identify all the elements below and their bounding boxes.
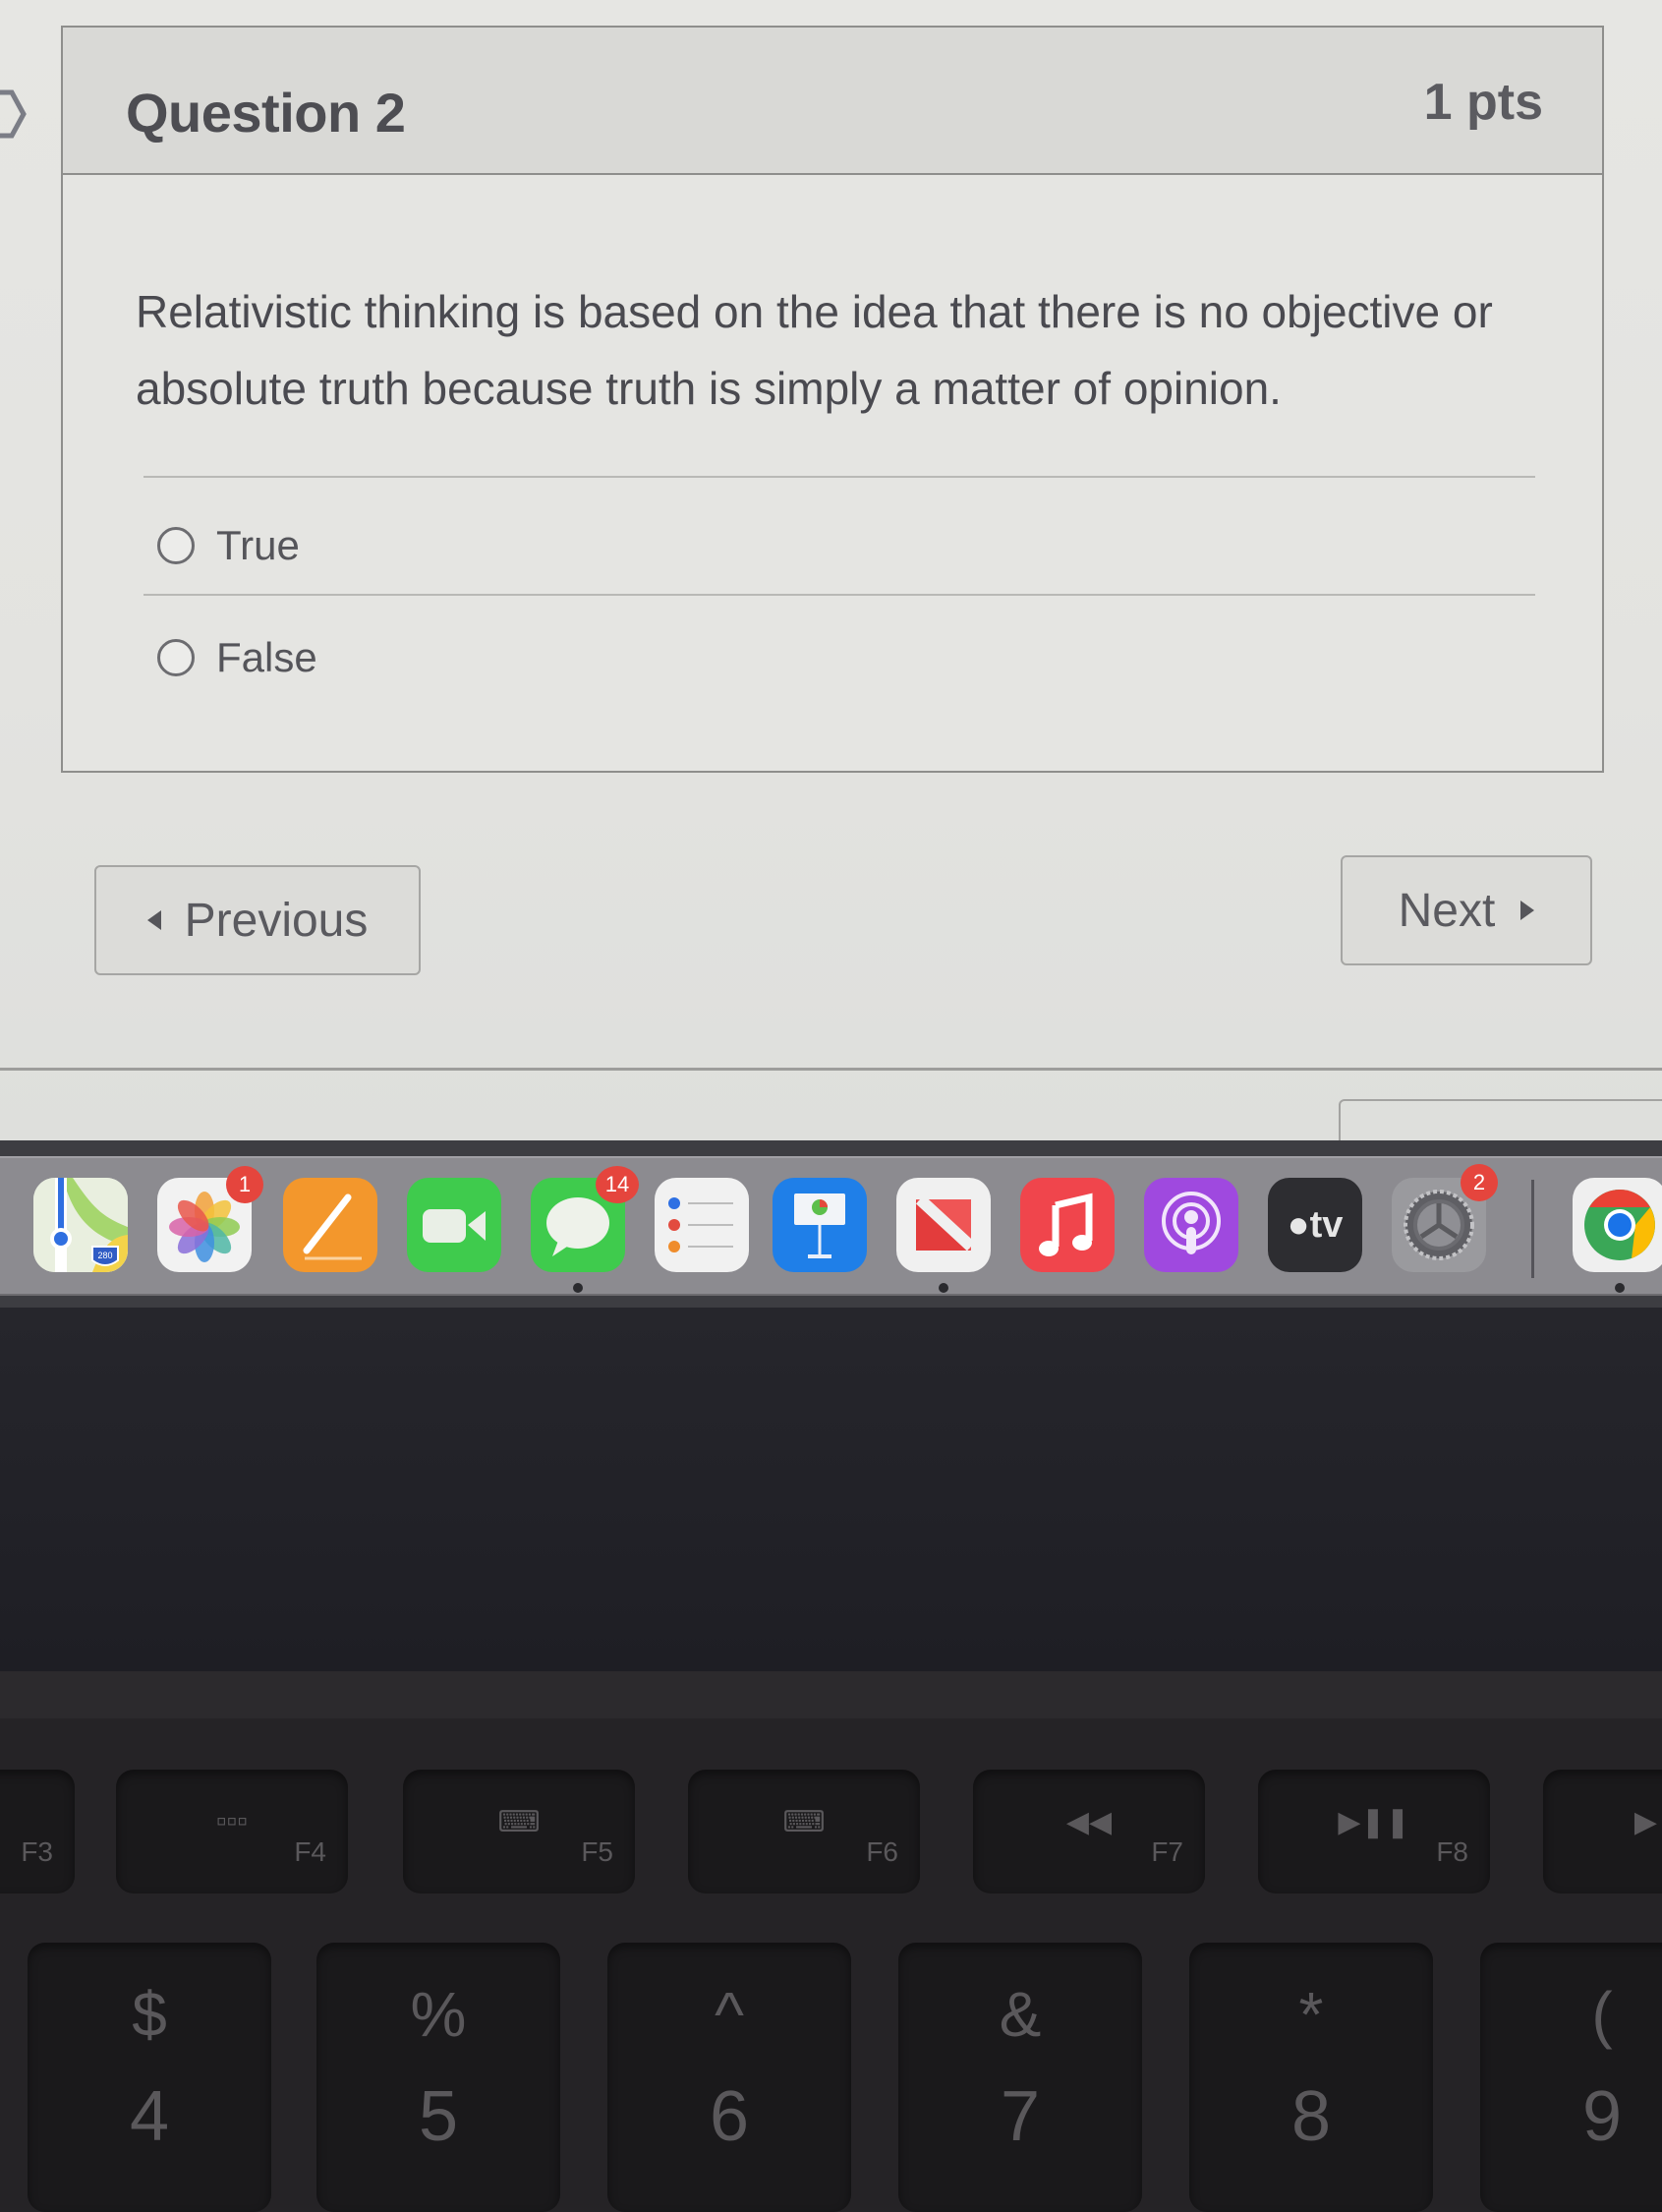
launchpad-icon: ▫▫▫ [216, 1805, 248, 1837]
apple-logo-icon: ● [1287, 1203, 1310, 1246]
key-label: F3 [21, 1836, 53, 1867]
key-number: 5 [418, 2077, 459, 2156]
key-5[interactable]: % 5 [316, 1943, 560, 2212]
dock-app-tv[interactable]: ●tv [1268, 1178, 1362, 1272]
dock-app-maps[interactable]: 280 [33, 1178, 128, 1272]
dock-app-facetime[interactable] [407, 1178, 501, 1272]
question-points: 1 pts [1423, 74, 1543, 131]
screen-bezel [0, 1308, 1662, 1671]
key-shift-symbol: $ [132, 1979, 167, 2050]
radio-button[interactable] [157, 527, 195, 564]
previous-label: Previous [184, 894, 369, 947]
keyboard-brightness-up-icon: ⌨ [782, 1806, 826, 1838]
key-label: F7 [1151, 1836, 1183, 1867]
question-text: Relativistic thinking is based on the id… [136, 286, 1493, 414]
next-label: Next [1398, 884, 1496, 937]
key-7[interactable]: & 7 [898, 1943, 1142, 2212]
notification-badge: 2 [1461, 1164, 1498, 1201]
key-f6[interactable]: ⌨ F6 [688, 1770, 920, 1893]
key-shift-symbol: ( [1591, 1979, 1613, 2050]
key-f4[interactable]: ▫▫▫ F4 [116, 1770, 348, 1893]
running-indicator [939, 1283, 948, 1293]
reminders-icon [668, 1197, 733, 1252]
pages-icon [303, 1193, 362, 1260]
fast-forward-icon: ▶ [1633, 1806, 1657, 1838]
key-f3[interactable]: F3 [0, 1770, 75, 1893]
answer-divider [143, 594, 1535, 596]
caret-left-icon [146, 910, 161, 930]
key-shift-symbol: ^ [714, 1979, 745, 2050]
key-f9[interactable]: ▶ [1543, 1770, 1662, 1893]
answer-divider [143, 476, 1535, 478]
notification-badge: 14 [596, 1166, 639, 1203]
news-icon [915, 1194, 976, 1252]
svg-text:280: 280 [97, 1251, 112, 1260]
music-icon [1039, 1193, 1093, 1256]
previous-button[interactable]: Previous [94, 865, 421, 975]
key-number: 7 [1000, 2077, 1041, 2156]
dock-app-reminders[interactable] [655, 1178, 749, 1272]
key-label: F6 [866, 1836, 898, 1867]
key-label: F5 [581, 1836, 613, 1867]
running-indicator [1615, 1283, 1625, 1293]
key-f7[interactable]: ◀◀ F7 [973, 1770, 1205, 1893]
key-4[interactable]: $ 4 [28, 1943, 271, 2212]
answer-option-true[interactable]: True [157, 511, 300, 580]
next-button[interactable]: Next [1341, 855, 1592, 965]
key-shift-symbol: * [1298, 1979, 1324, 2050]
dock-app-news[interactable] [896, 1178, 991, 1272]
answer-label: True [216, 522, 300, 568]
rewind-icon: ◀◀ [1065, 1806, 1113, 1838]
facetime-icon [423, 1209, 486, 1243]
answer-option-false[interactable]: False [157, 623, 317, 692]
key-f8[interactable]: ▶❚❚ F8 [1258, 1770, 1490, 1893]
notification-badge: 1 [226, 1166, 263, 1203]
dock-app-chrome[interactable] [1573, 1178, 1662, 1272]
key-label: F4 [294, 1836, 326, 1867]
dock-separator [1531, 1180, 1534, 1278]
footer-divider [0, 1068, 1662, 1071]
key-number: 9 [1581, 2077, 1623, 2156]
maps-icon: 280 [33, 1178, 128, 1272]
key-number: 6 [709, 2077, 750, 2156]
dock-app-podcasts[interactable] [1144, 1178, 1238, 1272]
chrome-icon [1584, 1190, 1655, 1260]
key-number: 8 [1290, 2077, 1332, 2156]
question-header: Question 2 1 pts [63, 28, 1602, 175]
tv-label: tv [1309, 1203, 1344, 1246]
browser-content: Question 2 1 pts Relativistic thinking i… [0, 0, 1662, 1148]
dock-app-music[interactable] [1020, 1178, 1115, 1272]
radio-button[interactable] [157, 639, 195, 676]
key-6[interactable]: ^ 6 [607, 1943, 851, 2212]
keyboard-brightness-down-icon: ⌨ [497, 1806, 541, 1838]
key-8[interactable]: * 8 [1189, 1943, 1433, 2212]
key-f5[interactable]: ⌨ F5 [403, 1770, 635, 1893]
question-title: Question 2 [126, 82, 406, 144]
running-indicator [573, 1283, 583, 1293]
key-shift-symbol: & [999, 1979, 1042, 2050]
answer-label: False [216, 634, 317, 680]
dock-app-pages[interactable] [283, 1178, 377, 1272]
collapse-sidebar-icon[interactable] [0, 87, 29, 142]
laptop-hinge [0, 1671, 1662, 1718]
play-pause-icon: ▶❚❚ [1338, 1806, 1410, 1838]
key-number: 4 [129, 2077, 170, 2156]
apple-tv-icon: ●tv [1288, 1204, 1344, 1247]
key-shift-symbol: % [410, 1979, 467, 2050]
keynote-icon [794, 1193, 845, 1258]
caret-right-icon [1520, 901, 1535, 920]
key-label: F8 [1436, 1836, 1468, 1867]
dock-app-keynote[interactable] [773, 1178, 867, 1272]
key-9[interactable]: ( 9 [1480, 1943, 1662, 2212]
question-card: Question 2 1 pts Relativistic thinking i… [61, 26, 1604, 773]
podcasts-icon [1162, 1192, 1221, 1254]
